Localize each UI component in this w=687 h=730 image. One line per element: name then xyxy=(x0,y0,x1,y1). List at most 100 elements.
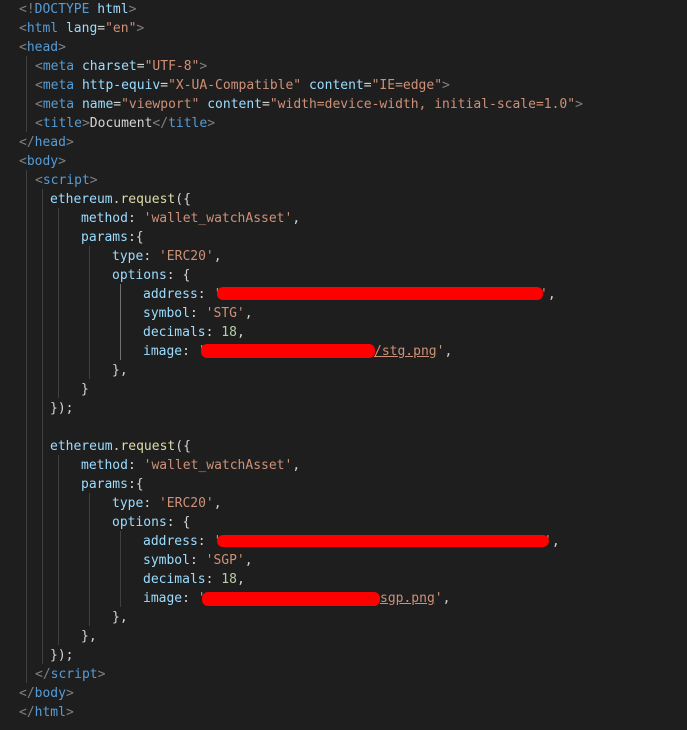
indent-guide xyxy=(58,208,59,398)
address-key: address xyxy=(143,534,198,549)
options-key: options xyxy=(112,515,167,530)
options-key: options xyxy=(112,268,167,283)
code-line-method: method: 'wallet_watchAsset', xyxy=(81,458,301,473)
content-attr: content xyxy=(207,97,263,112)
redaction-mark xyxy=(217,287,543,300)
doctype-value: html xyxy=(97,2,129,17)
body-tag: body xyxy=(34,686,66,701)
code-line-address: address: ' xyxy=(143,532,221,551)
code-line-body-open: <body> xyxy=(19,154,66,169)
code-line-options: options: { xyxy=(112,268,191,283)
type-value: 'ERC20' xyxy=(158,496,214,511)
code-line-params-close: }, xyxy=(81,629,97,644)
meta-tag: meta xyxy=(42,97,75,112)
meta-tag: meta xyxy=(42,78,75,93)
code-line-symbol: symbol: 'SGP', xyxy=(143,553,253,568)
script-tag: script xyxy=(50,667,98,682)
decimals-value: 18 xyxy=(221,572,237,587)
params-key: params xyxy=(81,477,128,492)
code-line-head-close: </head> xyxy=(19,135,74,150)
type-key: type xyxy=(112,496,144,511)
code-line-decimals: decimals: 18, xyxy=(143,572,245,587)
code-line-image-end: sgp.png', xyxy=(380,591,451,606)
address-key: address xyxy=(143,287,198,302)
code-line-image: image: ' xyxy=(143,342,206,361)
head-tag: head xyxy=(34,135,66,150)
code-line-request-call: ethereum.request({ xyxy=(50,439,191,454)
decimals-key: decimals xyxy=(143,325,206,340)
indent-guide xyxy=(89,493,90,626)
code-line-html-open: <html lang="en"> xyxy=(19,21,145,36)
code-line-meta-viewport: <meta name="viewport" content="width=dev… xyxy=(35,97,583,112)
content-value: "width=device-width, initial-scale=1.0" xyxy=(269,97,576,112)
params-key: params xyxy=(81,230,128,245)
type-key: type xyxy=(112,249,144,264)
content-attr: content xyxy=(308,78,364,93)
lang-attr: lang xyxy=(65,21,98,36)
request-method: request xyxy=(120,192,176,207)
code-line-request-close: }); xyxy=(50,401,74,416)
code-editor[interactable]: <!DOCTYPE html> <html lang="en"> <head> … xyxy=(0,0,687,730)
code-line-params: params:{ xyxy=(81,230,144,245)
symbol-value: 'STG' xyxy=(205,306,245,321)
code-line-type: type: 'ERC20', xyxy=(112,496,222,511)
indent-guide xyxy=(26,56,27,132)
image-key: image xyxy=(143,344,183,359)
script-tag: script xyxy=(42,173,90,188)
code-line-doctype: <!DOCTYPE html> xyxy=(19,0,136,19)
code-line-symbol: symbol: 'STG', xyxy=(143,306,253,321)
code-line-title: <title>Document</title> xyxy=(35,116,216,131)
symbol-key: symbol xyxy=(143,306,190,321)
code-line-request-call: ethereum.request({ xyxy=(50,192,191,207)
lang-value: "en" xyxy=(105,21,137,36)
decimals-value: 18 xyxy=(221,325,237,340)
body-tag: body xyxy=(26,154,59,169)
meta-tag: meta xyxy=(42,59,75,74)
code-line-options-close: }, xyxy=(112,610,128,625)
code-line-image-end: /stg.png', xyxy=(374,344,453,359)
code-line-html-close: </html> xyxy=(19,705,74,720)
code-line-body-close: </body> xyxy=(19,686,74,701)
image-url-tail[interactable]: /stg.png xyxy=(374,344,437,359)
code-line-meta-http-equiv: <meta http-equiv="X-UA-Compatible" conte… xyxy=(35,78,450,93)
doctype-close: > xyxy=(128,2,137,17)
code-line-type: type: 'ERC20', xyxy=(112,249,222,264)
ethereum-object: ethereum xyxy=(50,192,113,207)
indent-guide xyxy=(58,455,59,645)
http-equiv-attr: http-equiv xyxy=(81,78,161,93)
doctype-open: <! xyxy=(19,2,35,17)
html-tag: html xyxy=(34,705,66,720)
method-key: method xyxy=(81,458,128,473)
title-text: Document xyxy=(89,116,153,131)
redaction-mark xyxy=(201,344,375,358)
head-tag: head xyxy=(26,40,59,55)
code-line-decimals: decimals: 18, xyxy=(143,325,245,340)
code-line-script-open: <script> xyxy=(35,173,98,188)
code-line-params-close: } xyxy=(81,382,89,397)
content-value: "IE=edge" xyxy=(371,78,443,93)
method-key: method xyxy=(81,211,128,226)
redaction-mark xyxy=(202,592,380,606)
code-line-address: address: ' xyxy=(143,285,221,304)
image-url-tail[interactable]: sgp.png xyxy=(380,591,435,606)
image-key: image xyxy=(143,591,183,606)
title-tag: title xyxy=(168,116,208,131)
indent-guide xyxy=(120,284,121,360)
decimals-key: decimals xyxy=(143,572,206,587)
name-attr: name xyxy=(81,97,114,112)
symbol-value: 'SGP' xyxy=(205,553,245,568)
code-line-meta-charset: <meta charset="UTF-8"> xyxy=(35,59,208,74)
code-line-method: method: 'wallet_watchAsset', xyxy=(81,211,301,226)
image-quote-close: ' xyxy=(434,591,443,606)
code-line-script-close: </script> xyxy=(35,667,106,682)
name-value: "viewport" xyxy=(121,97,200,112)
charset-value: "UTF-8" xyxy=(144,59,200,74)
code-line-request-close: }); xyxy=(50,648,74,663)
doctype-keyword: DOCTYPE xyxy=(34,2,90,17)
http-equiv-value: "X-UA-Compatible" xyxy=(168,78,302,93)
code-line-options-close: }, xyxy=(112,363,128,378)
indent-guide xyxy=(26,170,27,683)
method-value: 'wallet_watchAsset' xyxy=(143,458,293,473)
code-line-options: options: { xyxy=(112,515,191,530)
code-line-image: image: ' xyxy=(143,589,206,608)
